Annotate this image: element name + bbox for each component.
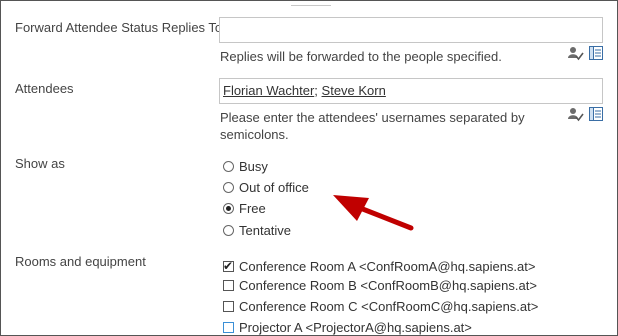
checkbox-checked[interactable]: ✔ [223, 258, 234, 273]
radio-button-selected[interactable] [223, 202, 234, 214]
attendee-link[interactable]: Steve Korn [322, 83, 386, 98]
check-names-icon[interactable] [568, 106, 584, 125]
checkmark-icon: ✔ [223, 258, 234, 273]
attendees-help-line2: semicolons. [220, 127, 289, 142]
room-label: Conference Room B <ConfRoomB@hq.sapiens.… [239, 277, 537, 293]
annotation-arrow-icon [333, 195, 414, 231]
attendees-label: Attendees [15, 81, 74, 96]
room-label: Conference Room A <ConfRoomA@hq.sapiens.… [239, 258, 536, 274]
room-option[interactable]: ✔ Conference Room A <ConfRoomA@hq.sapien… [223, 257, 535, 275]
room-option[interactable]: Conference Room B <ConfRoomB@hq.sapiens.… [223, 276, 537, 294]
address-book-icon[interactable] [588, 106, 604, 125]
room-option[interactable]: Projector A <ProjectorA@hq.sapiens.at> [223, 318, 472, 336]
show-as-option-out-of-office[interactable]: Out of office [223, 178, 309, 196]
radio-button[interactable] [223, 181, 234, 193]
attendee-separator: ; [314, 83, 318, 98]
show-as-option-free[interactable]: Free [223, 199, 266, 217]
option-label: Free [239, 200, 266, 216]
top-divider [291, 0, 331, 6]
radio-button[interactable] [223, 224, 234, 236]
forward-picker-icons [568, 45, 608, 63]
option-label: Tentative [239, 222, 292, 238]
address-book-icon[interactable] [588, 45, 604, 64]
attendees-value: Florian Wachter; Steve Korn [223, 83, 386, 98]
checkbox[interactable] [223, 300, 234, 312]
forward-replies-input[interactable] [219, 17, 603, 43]
option-label: Busy [239, 158, 268, 174]
room-option[interactable]: Conference Room C <ConfRoomC@hq.sapiens.… [223, 297, 538, 315]
show-as-label: Show as [15, 156, 65, 171]
attendees-help: Please enter the attendees' usernames se… [220, 109, 525, 143]
attendees-picker-icons [568, 106, 608, 124]
room-label: Projector A <ProjectorA@hq.sapiens.at> [239, 319, 472, 335]
checkbox-focused[interactable] [223, 321, 234, 333]
attendees-help-line1: Please enter the attendees' usernames se… [220, 110, 525, 125]
checkbox[interactable] [223, 279, 234, 291]
check-names-icon[interactable] [568, 45, 584, 64]
form-frame: Forward Attendee Status Replies To Repli… [0, 0, 618, 336]
rooms-equipment-label: Rooms and equipment [15, 254, 146, 269]
forward-replies-label: Forward Attendee Status Replies To [15, 20, 223, 35]
forward-replies-help: Replies will be forwarded to the people … [220, 49, 502, 64]
attendee-link[interactable]: Florian Wachter [223, 83, 314, 98]
attendees-input[interactable]: Florian Wachter; Steve Korn [219, 78, 603, 104]
show-as-option-tentative[interactable]: Tentative [223, 221, 291, 239]
radio-button[interactable] [223, 160, 234, 172]
option-label: Out of office [239, 179, 309, 195]
room-label: Conference Room C <ConfRoomC@hq.sapiens.… [239, 298, 539, 314]
show-as-option-busy[interactable]: Busy [223, 157, 268, 175]
